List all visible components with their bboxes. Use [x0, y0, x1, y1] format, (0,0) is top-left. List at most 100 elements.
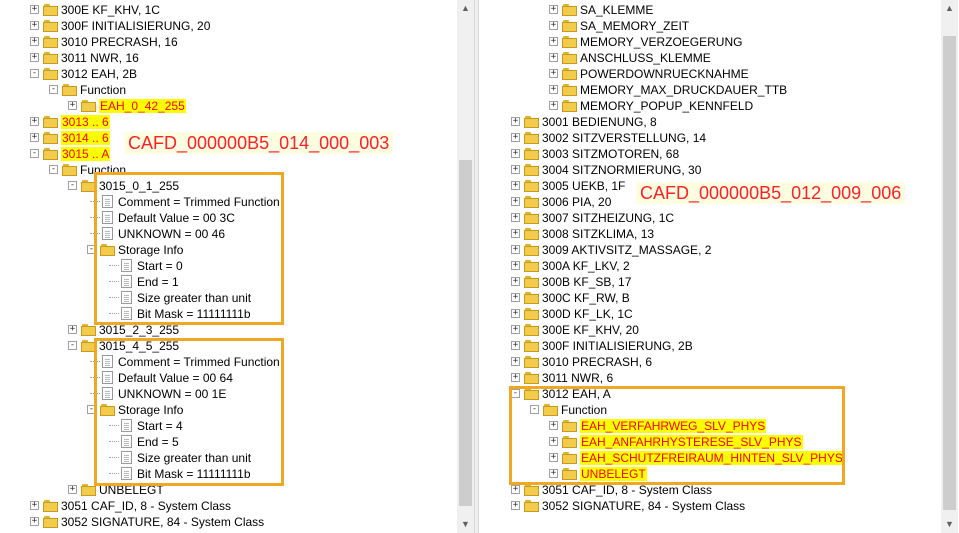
expand-icon[interactable]: +	[511, 213, 520, 222]
scroll-up-arrow-icon[interactable]: ▲	[457, 0, 474, 17]
expand-icon[interactable]: +	[30, 117, 39, 126]
expand-icon[interactable]: +	[511, 277, 520, 286]
tree-node-label[interactable]: MEMORY_POPUP_KENNFELD	[580, 99, 753, 113]
expand-icon[interactable]: +	[30, 53, 39, 62]
expand-icon[interactable]: +	[549, 101, 558, 110]
tree-node[interactable]: +3001 BEDIENUNG, 8	[479, 114, 939, 130]
tree-node-label[interactable]: 3003 SITZMOTOREN, 68	[542, 147, 679, 161]
tree-node-label[interactable]: MEMORY_MAX_DRUCKDAUER_TTB	[580, 83, 787, 97]
tree-node[interactable]: +3013 .. 6	[0, 114, 460, 130]
expand-icon[interactable]: +	[511, 149, 520, 158]
tree-node-label[interactable]: 300E KF_KHV, 20	[542, 323, 639, 337]
tree-node[interactable]: +3051 CAF_ID, 8 - System Class	[0, 498, 460, 514]
expand-icon[interactable]: +	[511, 341, 520, 350]
tree-node[interactable]: +300B KF_SB, 17	[479, 274, 939, 290]
expand-icon[interactable]: +	[549, 53, 558, 62]
tree-node-label[interactable]: 3005 UEKB, 1F	[542, 179, 625, 193]
tree-node-label[interactable]: 3014 .. 6	[61, 131, 110, 145]
tree-node[interactable]: +300F INITIALISIERUNG, 20	[0, 18, 460, 34]
tree-node-label[interactable]: 3011 NWR, 6	[542, 371, 613, 385]
tree-node[interactable]: +3007 SITZHEIZUNG, 1C	[479, 210, 939, 226]
expand-icon[interactable]: +	[511, 165, 520, 174]
expand-icon[interactable]: +	[68, 325, 77, 334]
tree-node[interactable]: - 3012 EAH, 2B	[0, 66, 460, 82]
tree-node[interactable]: +3009 AKTIVSITZ_MASSAGE, 2	[479, 242, 939, 258]
expand-icon[interactable]: +	[549, 5, 558, 14]
tree-node-label[interactable]: 3052 SIGNATURE, 84 - System Class	[61, 515, 264, 529]
expand-icon[interactable]: +	[511, 501, 520, 510]
expand-icon[interactable]: +	[511, 133, 520, 142]
tree-node[interactable]: +300A KF_LKV, 2	[479, 258, 939, 274]
expand-icon[interactable]: +	[30, 517, 39, 526]
expand-icon[interactable]: +	[511, 229, 520, 238]
expand-icon[interactable]: +	[511, 117, 520, 126]
scroll-down-arrow-icon[interactable]: ▼	[457, 516, 474, 533]
scroll-down-arrow-icon[interactable]: ▼	[941, 516, 958, 533]
tree-node-label[interactable]: 300F INITIALISIERUNG, 20	[61, 19, 210, 33]
tree-node-label[interactable]: ANSCHLUSS_KLEMME	[580, 51, 711, 65]
expand-icon[interactable]: +	[511, 261, 520, 270]
expand-icon[interactable]: +	[511, 357, 520, 366]
expand-icon[interactable]: +	[511, 293, 520, 302]
tree-node-label[interactable]: 3012 EAH, 2B	[61, 67, 137, 81]
collapse-icon[interactable]: -	[68, 341, 77, 350]
tree-node[interactable]: +3011 NWR, 16	[0, 50, 460, 66]
tree-node-label[interactable]: 3051 CAF_ID, 8 - System Class	[61, 499, 231, 513]
tree-node[interactable]: +300E KF_KHV, 20	[479, 322, 939, 338]
expand-icon[interactable]: +	[68, 101, 77, 110]
collapse-icon[interactable]: -	[30, 149, 39, 158]
collapse-icon[interactable]: -	[49, 165, 58, 174]
right-vertical-scrollbar[interactable]: ▲ ▼	[941, 0, 958, 533]
tree-node[interactable]: +3011 NWR, 6	[479, 370, 939, 386]
expand-icon[interactable]: +	[30, 21, 39, 30]
expand-icon[interactable]: +	[511, 485, 520, 494]
tree-node-label[interactable]: 3010 PRECRASH, 16	[61, 35, 178, 49]
tree-node[interactable]: + SA_MEMORY_ZEIT	[479, 18, 939, 34]
tree-node-label[interactable]: 3013 .. 6	[61, 115, 110, 129]
tree-node-label[interactable]: 3004 SITZNORMIERUNG, 30	[542, 163, 701, 177]
tree-node-label[interactable]: MEMORY_VERZOEGERUNG	[580, 35, 742, 49]
expand-icon[interactable]: +	[511, 309, 520, 318]
expand-icon[interactable]: +	[549, 37, 558, 46]
tree-node[interactable]: +300D KF_LK, 1C	[479, 306, 939, 322]
collapse-icon[interactable]: -	[68, 181, 77, 190]
expand-icon[interactable]: +	[30, 5, 39, 14]
tree-node-label[interactable]: 3001 BEDIENUNG, 8	[542, 115, 657, 129]
tree-node[interactable]: + POWERDOWNRUECKNAHME	[479, 66, 939, 82]
expand-icon[interactable]: +	[549, 21, 558, 30]
expand-icon[interactable]: +	[30, 501, 39, 510]
tree-node-label[interactable]: 3015 .. A	[61, 147, 111, 161]
tree-node[interactable]: + ANSCHLUSS_KLEMME	[479, 50, 939, 66]
tree-node-label[interactable]: 300A KF_LKV, 2	[542, 259, 630, 273]
expand-icon[interactable]: +	[511, 373, 520, 382]
tree-node-label[interactable]: EAH_0_42_255	[99, 99, 186, 113]
expand-icon[interactable]: +	[511, 325, 520, 334]
tree-node[interactable]: +3008 SITZKLIMA, 13	[479, 226, 939, 242]
tree-node-label[interactable]: 3010 PRECRASH, 6	[542, 355, 652, 369]
tree-node[interactable]: + MEMORY_MAX_DRUCKDAUER_TTB	[479, 82, 939, 98]
tree-node[interactable]: + EAH_0_42_255	[0, 98, 460, 114]
tree-node[interactable]: + SA_KLEMME	[479, 2, 939, 18]
tree-node-label[interactable]: Function	[80, 83, 126, 97]
tree-node-label[interactable]: 3052 SIGNATURE, 84 - System Class	[542, 499, 745, 513]
tree-node[interactable]: +3052 SIGNATURE, 84 - System Class	[479, 498, 939, 514]
tree-node-label[interactable]: 3008 SITZKLIMA, 13	[542, 227, 654, 241]
expand-icon[interactable]: +	[68, 485, 77, 494]
scroll-up-arrow-icon[interactable]: ▲	[941, 0, 958, 17]
tree-node[interactable]: + MEMORY_POPUP_KENNFELD	[479, 98, 939, 114]
scroll-thumb[interactable]	[943, 36, 956, 510]
tree-node-label[interactable]: 3009 AKTIVSITZ_MASSAGE, 2	[542, 243, 711, 257]
tree-node[interactable]: - Function	[0, 82, 460, 98]
tree-node-label[interactable]: 3015_2_3_255	[99, 323, 179, 337]
expand-icon[interactable]: +	[30, 37, 39, 46]
tree-node-label[interactable]: 3002 SITZVERSTELLUNG, 14	[542, 131, 706, 145]
tree-node[interactable]: +3052 SIGNATURE, 84 - System Class	[0, 514, 460, 530]
expand-icon[interactable]: +	[511, 197, 520, 206]
expand-icon[interactable]: +	[549, 69, 558, 78]
tree-node-label[interactable]: 300D KF_LK, 1C	[542, 307, 633, 321]
tree-node-label[interactable]: 300F INITIALISIERUNG, 2B	[542, 339, 693, 353]
expand-icon[interactable]: +	[511, 181, 520, 190]
collapse-icon[interactable]: -	[30, 69, 39, 78]
left-vertical-scrollbar[interactable]: ▲ ▼	[457, 0, 474, 533]
collapse-icon[interactable]: -	[49, 85, 58, 94]
